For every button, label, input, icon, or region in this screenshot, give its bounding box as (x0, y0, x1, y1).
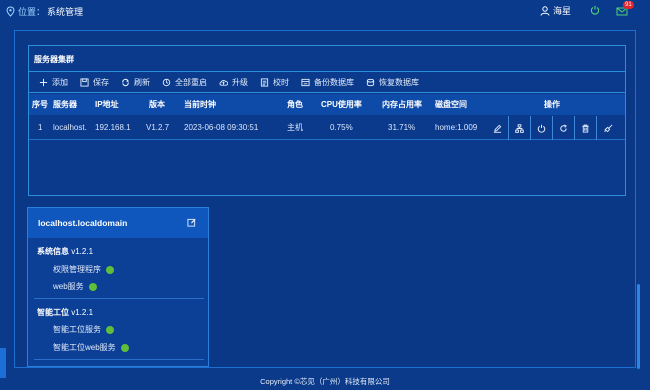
save-button[interactable]: 保存 (80, 77, 109, 88)
edit-button[interactable] (487, 116, 509, 140)
col-clock: 当前时钟 (184, 100, 216, 109)
time-sync-label: 校时 (273, 77, 289, 87)
user-icon (540, 5, 550, 16)
cell-mem: 31.71% (388, 123, 416, 132)
group-smart-workstation: 智能工位 v1.2.1 (37, 307, 93, 318)
restart-all-icon (162, 78, 171, 86)
service-label: 智能工位web服务 (53, 343, 116, 352)
edit-icon[interactable] (187, 218, 196, 227)
group-version: v1.2.1 (71, 247, 94, 256)
side-tab (0, 348, 6, 378)
service-item[interactable]: web服务 (53, 281, 97, 292)
plus-icon (39, 78, 48, 86)
server-detail-panel: localhost.localdomain 系统信息 v1.2.1 权限管理程序… (27, 207, 209, 367)
col-ip: IP地址 (95, 100, 119, 109)
restore-db-button[interactable]: 恢复数据库 (366, 77, 419, 88)
col-actions: 操作 (544, 100, 560, 109)
cell-server: localhost. (53, 123, 87, 132)
group-version: v1.2.1 (71, 308, 94, 317)
panel-header: localhost.localdomain (28, 208, 208, 238)
backup-db-icon (301, 78, 310, 86)
clock-sync-icon (260, 77, 269, 87)
service-label: 智能工位服务 (53, 325, 101, 334)
col-index: 序号 (32, 100, 48, 109)
user-name: 海星 (553, 6, 572, 16)
refresh-icon (122, 78, 129, 86)
table-row[interactable]: 1 localhost. 192.168.1 V1.2.7 2023-06-08… (29, 116, 625, 140)
panel-title: localhost.localdomain (38, 218, 128, 228)
service-label: web服务 (53, 282, 84, 291)
delete-icon (582, 124, 589, 133)
table-header: 序号 服务器 IP地址 版本 当前时钟 角色 CPU使用率 内存占用率 磁盘空间… (29, 94, 625, 115)
restart-all-button[interactable]: 全部重启 (162, 77, 207, 88)
col-version: 版本 (149, 100, 165, 109)
location-pin-icon (6, 6, 15, 17)
add-button[interactable]: 添加 (39, 77, 68, 88)
clean-icon (603, 124, 612, 132)
add-label: 添加 (52, 77, 68, 87)
divider (34, 359, 204, 360)
cluster-toolbar: 添加 保存 刷新 全部重启 升级 校时 备份数据库 恢复数据库 (29, 71, 625, 93)
service-item[interactable]: 智能工位web服务 (53, 342, 129, 353)
divider (34, 298, 204, 299)
refresh-button[interactable]: 刷新 (121, 77, 150, 88)
user-menu[interactable]: 海星 (540, 4, 571, 17)
edit-icon (493, 124, 502, 133)
group-name: 系统信息 (37, 247, 69, 256)
location-label: 位置： (18, 6, 46, 17)
footer-copyright: Copyright ©芯见（广州）科技有限公司 (260, 377, 390, 386)
status-dot-icon (120, 343, 129, 352)
col-role: 角色 (287, 100, 303, 109)
group-system-info: 系统信息 v1.2.1 (37, 246, 93, 257)
server-cluster-panel: 服务器集群 添加 保存 刷新 全部重启 升级 校时 备份数据库 恢复数据库 序号… (28, 45, 626, 196)
service-label: 权限管理程序 (53, 265, 101, 274)
scrollbar[interactable] (637, 284, 640, 369)
power-button[interactable] (531, 116, 553, 140)
col-disk: 磁盘空间 (435, 100, 467, 109)
cell-index: 1 (38, 123, 43, 132)
status-dot-icon (106, 265, 114, 274)
restart-button[interactable] (553, 116, 575, 140)
service-item[interactable]: 智能工位服务 (53, 324, 114, 335)
save-icon (80, 77, 89, 87)
row-actions (487, 116, 619, 140)
cell-ip: 192.168.1 (95, 123, 131, 132)
clean-button[interactable] (597, 116, 619, 140)
save-label: 保存 (93, 77, 109, 87)
service-item[interactable]: 权限管理程序 (53, 264, 114, 275)
power-icon (537, 124, 546, 133)
time-sync-button[interactable]: 校时 (260, 77, 289, 88)
upgrade-label: 升级 (232, 77, 248, 87)
col-mem: 内存占用率 (382, 100, 422, 109)
group-name: 智能工位 (37, 308, 69, 317)
location-value[interactable]: 系统管理 (47, 5, 83, 18)
location-breadcrumb: 位置： 系统管理 (6, 5, 83, 18)
backup-db-button[interactable]: 备份数据库 (301, 77, 354, 88)
cell-cpu: 0.75% (330, 123, 353, 132)
cell-role: 主机 (287, 123, 303, 132)
topology-icon (515, 123, 524, 133)
top-bar: 位置： 系统管理 海星 91 (0, 0, 650, 22)
col-server: 服务器 (53, 100, 77, 109)
status-dot-icon (106, 325, 114, 334)
cluster-title: 服务器集群 (34, 55, 74, 64)
col-cpu: CPU使用率 (321, 100, 362, 109)
cell-disk: home:1.009 (435, 123, 478, 132)
restart-all-label: 全部重启 (175, 77, 207, 87)
status-dot-icon (88, 282, 97, 291)
refresh-label: 刷新 (134, 77, 150, 87)
upgrade-icon (219, 79, 228, 86)
topology-button[interactable] (509, 116, 531, 140)
restore-db-label: 恢复数据库 (379, 77, 419, 87)
cell-version: V1.2.7 (146, 123, 170, 132)
cell-clock: 2023-06-08 09:30:51 (184, 123, 259, 132)
logout-power-icon[interactable] (590, 5, 600, 15)
delete-button[interactable] (575, 116, 597, 140)
upgrade-button[interactable]: 升级 (219, 77, 248, 88)
message-count-badge: 91 (623, 1, 634, 9)
restart-icon (560, 124, 567, 132)
restore-db-icon (366, 78, 375, 86)
backup-db-label: 备份数据库 (314, 77, 354, 87)
